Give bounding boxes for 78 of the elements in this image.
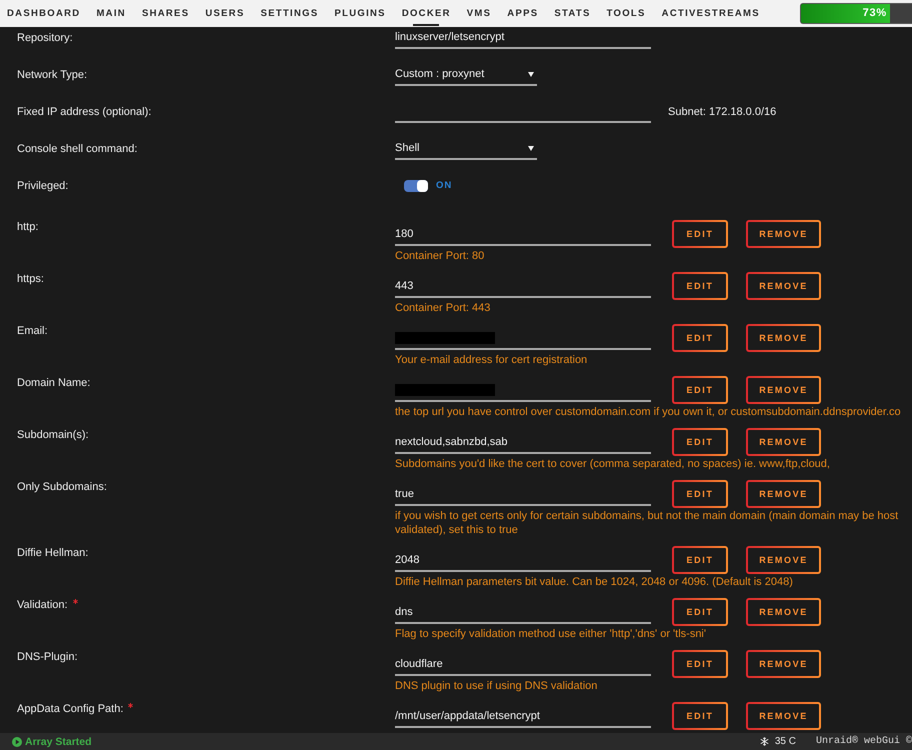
remove-button[interactable]: REMOVE	[746, 428, 821, 456]
field-hint: DNS plugin to use if using DNS validation	[395, 679, 598, 694]
text-field[interactable]: linuxserver/letsencrypt	[395, 27, 651, 49]
field-label: Email:	[17, 324, 48, 339]
edit-button[interactable]: EDIT	[672, 598, 728, 626]
text-field[interactable]: dns	[395, 602, 651, 624]
field-hint: Your e-mail address for cert registration	[395, 353, 588, 368]
field-label: Network Type:	[17, 69, 88, 81]
field-label: Domain Name:	[17, 376, 90, 391]
field-hint: if you wish to get certs only for certain subdomains, but not the main domain (main domain may be host validated), set this to true	[395, 509, 900, 538]
temperature-reading: 35 C	[774, 736, 796, 747]
nav-tab[interactable]: PLUGINS	[334, 0, 386, 27]
text-field[interactable]: 2048	[395, 550, 651, 572]
remove-button[interactable]: REMOVE	[746, 272, 821, 300]
edit-button[interactable]: EDIT	[672, 650, 728, 678]
remove-button[interactable]: REMOVE	[746, 598, 821, 626]
field-label: Privileged:	[17, 180, 68, 192]
edit-button[interactable]: EDIT	[672, 324, 728, 352]
text-field[interactable]: true	[395, 484, 651, 506]
cpu-load-reading: 73%	[862, 6, 887, 21]
nav-tab[interactable]: VMS	[466, 0, 492, 27]
text-field[interactable]: 443	[395, 276, 651, 298]
field-hint: Container Port: 80	[395, 249, 486, 264]
edit-button[interactable]: EDIT	[672, 546, 728, 574]
field-label: https:	[17, 272, 44, 287]
field-hint: Diffie Hellman parameters bit value. Can be 1024, 2048 or 4096. (Default is 2048)	[395, 575, 794, 590]
edit-button[interactable]: EDIT	[672, 428, 728, 456]
remove-button[interactable]: REMOVE	[746, 376, 821, 404]
nav-tab[interactable]: APPS	[507, 0, 538, 27]
remove-button[interactable]: REMOVE	[746, 650, 821, 678]
field-hint: Subdomains you'd like the cert to cover (comma separated, no spaces) ie. www,ftp,cloud,	[395, 457, 831, 472]
field-label: Fixed IP address (optional):	[17, 106, 152, 118]
toggle-switch[interactable]	[404, 180, 428, 192]
field-label: Repository:	[17, 32, 73, 44]
nav-tab[interactable]: DASHBOARD	[7, 0, 80, 27]
nav-tab[interactable]: STATS	[554, 0, 591, 27]
remove-button[interactable]: REMOVE	[746, 702, 821, 730]
remove-button[interactable]: REMOVE	[746, 324, 821, 352]
caret-icon	[528, 72, 534, 76]
field-hint: Container Port: 443	[395, 301, 492, 316]
dropdown-field[interactable]: Custom : proxynet	[395, 64, 537, 86]
field-hint: Flag to specify validation method use either 'http','dns' or 'tls-sni'	[395, 627, 707, 642]
field-label: AppData Config Path:	[17, 702, 124, 717]
field-label: Console shell command:	[17, 143, 138, 155]
text-field[interactable]: 180	[395, 224, 651, 246]
field-hint: the top url you have control over customdomain.com if you own it, or customsubdomain.ddnsprovider.co	[395, 405, 902, 420]
remove-button[interactable]: REMOVE	[746, 480, 821, 508]
play-circle-icon	[12, 736, 22, 746]
nav-tab[interactable]: ACTIVESTREAMS	[662, 0, 760, 27]
field-label: http:	[17, 220, 38, 235]
nav-tab[interactable]: SETTINGS	[260, 0, 318, 27]
edit-button[interactable]: EDIT	[672, 702, 728, 730]
edit-button[interactable]: EDIT	[672, 220, 728, 248]
toggle-state-label: ON	[436, 179, 452, 193]
remove-button[interactable]: REMOVE	[746, 220, 821, 248]
nav-tab[interactable]: USERS	[205, 0, 245, 27]
text-field[interactable]: /mnt/user/appdata/letsencrypt	[395, 706, 651, 728]
field-label: Validation:	[17, 598, 68, 613]
field-label: Subdomain(s):	[17, 428, 89, 443]
nav-tab[interactable]: DOCKER	[402, 0, 451, 27]
edit-button[interactable]: EDIT	[672, 480, 728, 508]
field-label: Diffie Hellman:	[17, 546, 88, 561]
remove-button[interactable]: REMOVE	[746, 546, 821, 574]
footer-text: Unraid® webGui ©	[816, 736, 912, 747]
edit-button[interactable]: EDIT	[672, 376, 728, 404]
dropdown-field[interactable]: Shell	[395, 138, 537, 160]
nav-tab[interactable]: SHARES	[142, 0, 190, 27]
subnet-note: Subnet: 172.18.0.0/16	[668, 105, 776, 120]
edit-button[interactable]: EDIT	[672, 272, 728, 300]
array-status-text: Array Started	[25, 736, 92, 748]
snowflake-icon	[760, 737, 769, 746]
field-label: DNS-Plugin:	[17, 650, 78, 665]
nav-tab[interactable]: MAIN	[96, 0, 126, 27]
nav-tab[interactable]: TOOLS	[606, 0, 646, 27]
field-label: Only Subdomains:	[17, 480, 107, 495]
caret-icon	[528, 146, 534, 150]
text-field[interactable]: cloudflare	[395, 654, 651, 676]
text-field[interactable]: nextcloud,sabnzbd,sab	[395, 432, 651, 454]
